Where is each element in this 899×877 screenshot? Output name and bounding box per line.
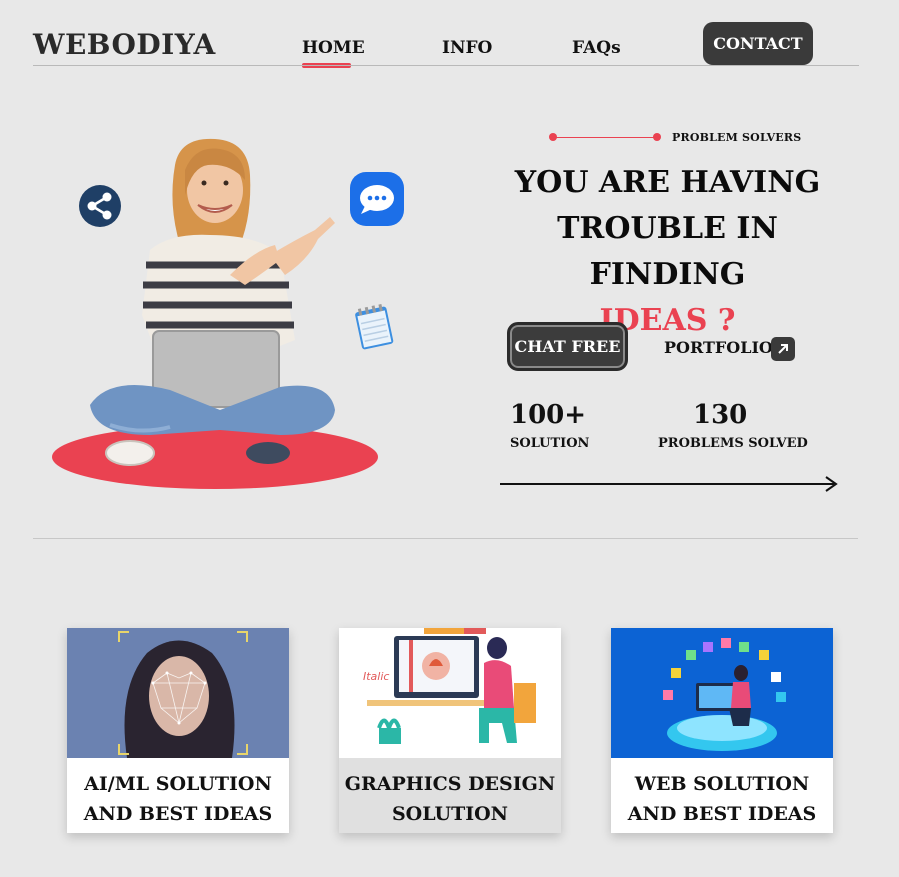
card-graphics-line2: SOLUTION (391, 802, 509, 825)
chat-bubble-icon[interactable] (348, 170, 406, 228)
card-web-title: WEB SOLUTION AND BEST IDEAS (611, 758, 833, 833)
stat-problems-label: PROBLEMS SOLVED (658, 436, 808, 451)
hero-headline: YOU ARE HAVING TROUBLE IN FINDING IDEAS … (490, 160, 845, 344)
logo[interactable]: WEBODIYA (33, 28, 216, 61)
hero-tag: PROBLEM SOLVERS (672, 131, 802, 144)
card-graphics-line1: GRAPHICS DESIGN (344, 772, 556, 795)
web-developer-image (611, 628, 833, 758)
section-divider (33, 538, 858, 539)
portfolio-link[interactable]: PORTFOLIO (664, 338, 773, 357)
card-web-line2: AND BEST IDEAS (627, 802, 817, 825)
card-ai-ml-line1: AI/ML SOLUTION (84, 772, 272, 795)
nav-faqs[interactable]: FAQs (572, 38, 621, 58)
nav-home[interactable]: HOME (302, 38, 365, 58)
card-ai-ml[interactable]: AI/ML SOLUTION AND BEST IDEAS (67, 628, 289, 833)
ai-face-image (67, 628, 289, 758)
stat-solution-label: SOLUTION (510, 436, 590, 451)
stat-problems-value: 130 (693, 400, 748, 430)
card-ai-ml-title: AI/ML SOLUTION AND BEST IDEAS (67, 758, 289, 833)
tag-dot-right (653, 133, 661, 141)
card-graphics-title: GRAPHICS DESIGN SOLUTION (339, 758, 561, 833)
card-web[interactable]: WEB SOLUTION AND BEST IDEAS (611, 628, 833, 833)
contact-button[interactable]: CONTACT (703, 22, 813, 65)
notepad-icon (348, 301, 400, 353)
card-web-line1: WEB SOLUTION (634, 772, 810, 795)
tag-line (553, 137, 657, 138)
nav-info[interactable]: INFO (442, 38, 492, 58)
headline-line-1: YOU ARE HAVING (514, 165, 821, 200)
tag-dot-left (549, 133, 557, 141)
stat-solution-value: 100+ (510, 400, 587, 430)
card-graphics[interactable]: Italic GRAPHICS DESIGN SOLUTION (339, 628, 561, 833)
arrow-right-icon[interactable] (500, 474, 840, 494)
chat-free-button[interactable]: CHAT FREE (507, 322, 628, 371)
card-ai-ml-line2: AND BEST IDEAS (83, 802, 273, 825)
graphics-designer-image: Italic (339, 628, 561, 758)
header-divider (33, 65, 859, 66)
arrow-up-right-icon[interactable] (771, 337, 795, 361)
italic-label: Italic (363, 670, 389, 683)
share-icon[interactable] (79, 185, 121, 227)
headline-line-2: TROUBLE IN FINDING (557, 211, 778, 292)
